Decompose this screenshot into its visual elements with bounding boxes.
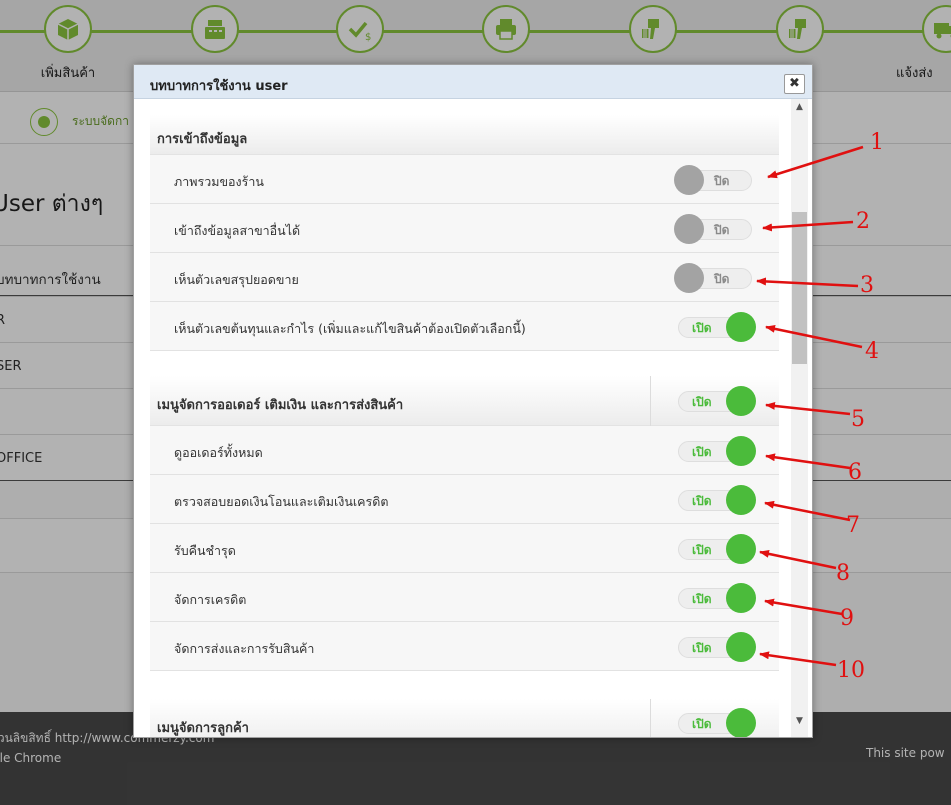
permission-label: รับคืนชำรุด [174, 543, 236, 558]
section-divider [650, 699, 651, 737]
annotation-number: 9 [840, 606, 854, 631]
permission-toggle[interactable]: เปิด [674, 312, 756, 342]
toggle-knob [726, 436, 756, 466]
toggle-state: ปิด [714, 272, 730, 286]
annotation-number: 3 [860, 273, 874, 298]
toggle-knob [726, 485, 756, 515]
permission-row: ตรวจสอบยอดเงินโอนและเติมเงินเครดิต เปิด [150, 475, 779, 524]
close-button[interactable]: ✖ [784, 74, 805, 94]
toggle-knob [674, 165, 704, 195]
section-header-data-access: การเข้าถึงข้อมูล [150, 115, 779, 155]
permission-label: ดูออเดอร์ทั้งหมด [174, 445, 263, 460]
section-toggle[interactable]: เปิด [674, 708, 756, 737]
annotation-number: 5 [851, 407, 865, 432]
section-header-orders: เมนูจัดการออเดอร์ เติมเงิน และการส่งสินค… [150, 376, 779, 426]
permission-toggle[interactable]: เปิด [674, 632, 756, 662]
permission-row: จัดการเครดิต เปิด [150, 573, 779, 622]
annotation-number: 2 [856, 209, 870, 234]
permission-label: ภาพรวมของร้าน [174, 174, 264, 189]
scroll-down-arrow-icon[interactable]: ▼ [791, 713, 808, 730]
permission-row: เห็นตัวเลขต้นทุนและกำไร (เพิ่มและแก้ไขสิ… [150, 302, 779, 351]
dialog-scrollbar[interactable]: ▲ ▼ [791, 99, 808, 737]
section-divider [650, 376, 651, 426]
toggle-state: เปิด [692, 321, 712, 335]
toggle-state: เปิด [692, 445, 712, 459]
toggle-knob [674, 263, 704, 293]
annotation-number: 6 [848, 460, 862, 485]
permission-toggle[interactable]: ปิด [674, 263, 756, 293]
toggle-state: เปิด [692, 395, 712, 409]
role-permissions-dialog: บทบาทการใช้งาน user ✖ การเข้าถึงข้อมูล ภ… [133, 64, 813, 738]
toggle-state: ปิด [714, 223, 730, 237]
permission-label: เข้าถึงข้อมูลสาขาอื่นได้ [174, 223, 301, 238]
toggle-state: เปิด [692, 543, 712, 557]
toggle-knob [726, 534, 756, 564]
annotation-number: 7 [846, 513, 860, 538]
annotation-number: 1 [870, 130, 884, 155]
section-title: การเข้าถึงข้อมูล [157, 132, 248, 147]
permission-row: ดูออเดอร์ทั้งหมด เปิด [150, 426, 779, 475]
toggle-state: เปิด [692, 592, 712, 606]
toggle-knob [726, 386, 756, 416]
permission-toggle[interactable]: เปิด [674, 583, 756, 613]
dialog-body: การเข้าถึงข้อมูล ภาพรวมของร้าน ปิด เข้าถ… [134, 99, 812, 737]
permission-label: จัดการส่งและการรับสินค้า [174, 641, 315, 656]
toggle-knob [674, 214, 704, 244]
section-title: เมนูจัดการออเดอร์ เติมเงิน และการส่งสินค… [157, 398, 404, 413]
section-toggle[interactable]: เปิด [674, 386, 756, 416]
toggle-state: เปิด [692, 641, 712, 655]
permission-label: จัดการเครดิต [174, 592, 247, 607]
permission-label: เห็นตัวเลขต้นทุนและกำไร (เพิ่มและแก้ไขสิ… [174, 321, 526, 336]
permission-toggle[interactable]: ปิด [674, 165, 756, 195]
scroll-thumb[interactable] [792, 212, 807, 364]
toggle-knob [726, 583, 756, 613]
permission-toggle[interactable]: เปิด [674, 436, 756, 466]
permission-row: จัดการส่งและการรับสินค้า เปิด [150, 622, 779, 671]
toggle-knob [726, 708, 756, 737]
toggle-knob [726, 632, 756, 662]
toggle-state: ปิด [714, 174, 730, 188]
annotation-number: 8 [836, 561, 850, 586]
permission-row: เข้าถึงข้อมูลสาขาอื่นได้ ปิด [150, 204, 779, 253]
dialog-header: บทบาทการใช้งาน user ✖ [134, 65, 812, 99]
scroll-up-arrow-icon[interactable]: ▲ [791, 99, 808, 116]
section-title: เมนูจัดการลูกค้า [157, 721, 249, 736]
dialog-title: บทบาทการใช้งาน user [150, 79, 288, 94]
permission-label: เห็นตัวเลขสรุปยอดขาย [174, 272, 299, 287]
toggle-state: เปิด [692, 494, 712, 508]
section-header-customers: เมนูจัดการลูกค้า เปิด [150, 699, 779, 737]
toggle-state: เปิด [692, 717, 712, 731]
permission-toggle[interactable]: เปิด [674, 534, 756, 564]
permission-label: ตรวจสอบยอดเงินโอนและเติมเงินเครดิต [174, 494, 389, 509]
permission-row: รับคืนชำรุด เปิด [150, 524, 779, 573]
permission-row: เห็นตัวเลขสรุปยอดขาย ปิด [150, 253, 779, 302]
permission-row: ภาพรวมของร้าน ปิด [150, 155, 779, 204]
permission-toggle[interactable]: เปิด [674, 485, 756, 515]
annotation-number: 10 [837, 658, 865, 683]
toggle-knob [726, 312, 756, 342]
permission-toggle[interactable]: ปิด [674, 214, 756, 244]
annotation-number: 4 [865, 339, 879, 364]
